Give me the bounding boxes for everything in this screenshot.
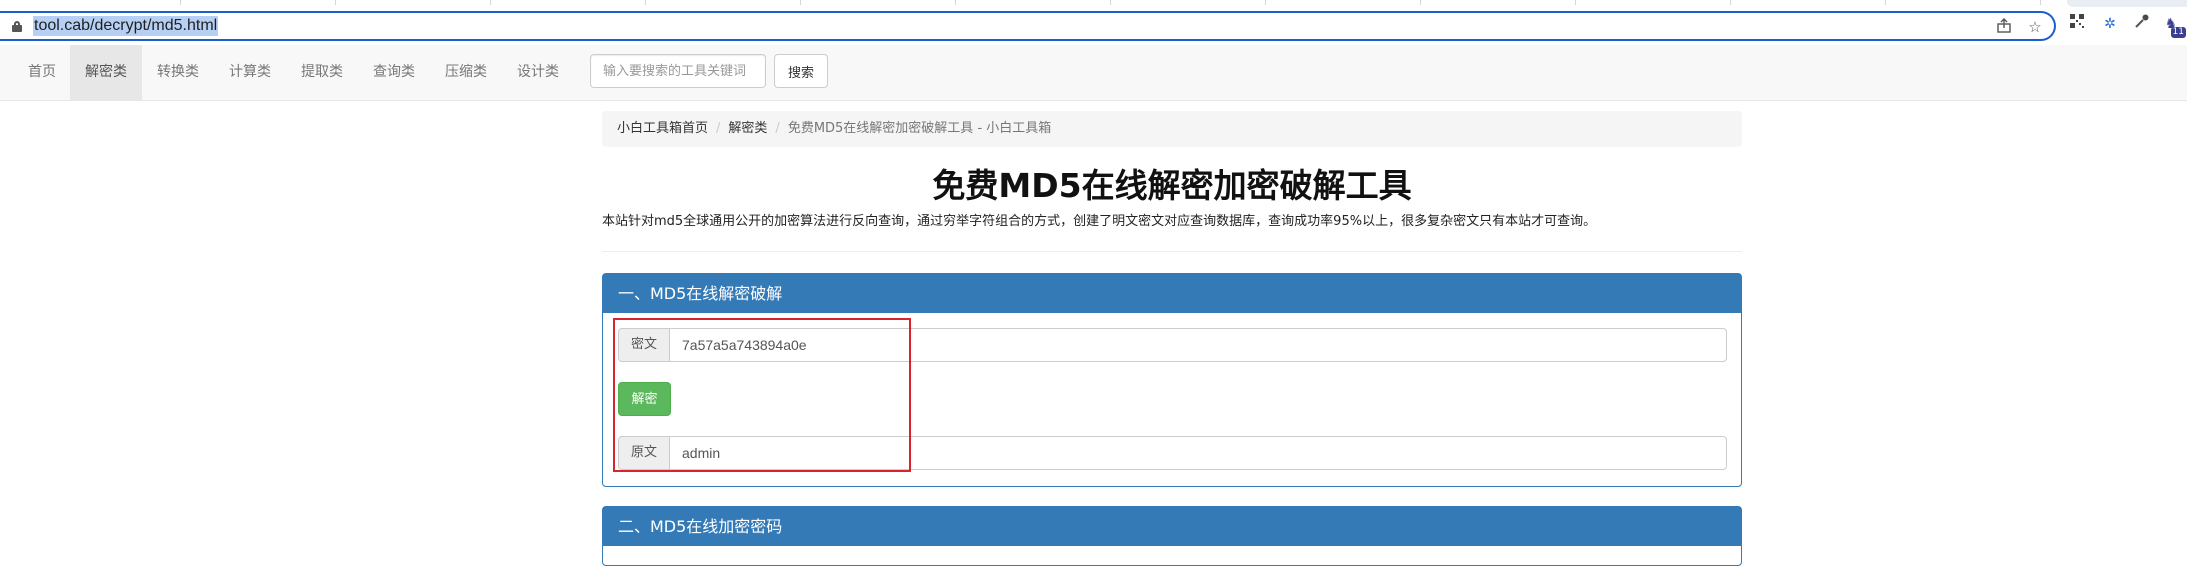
breadcrumb-separator: / <box>716 121 721 136</box>
decrypt-button[interactable]: 解密 <box>618 382 671 416</box>
nav-item-convert[interactable]: 转换类 <box>142 45 214 100</box>
nav-item-decrypt[interactable]: 解密类 <box>70 45 142 100</box>
nav-item-query[interactable]: 查询类 <box>358 45 430 100</box>
breadcrumb-category[interactable]: 解密类 <box>728 121 767 136</box>
breadcrumb-separator: / <box>775 121 780 136</box>
url-text[interactable]: tool.cab/decrypt/md5.html <box>33 16 219 36</box>
panel-heading: 二、MD5在线加密密码 <box>603 507 1741 546</box>
extension-badge: 11 <box>2170 27 2186 38</box>
dropper-icon[interactable] <box>2131 13 2153 35</box>
tab-strip <box>0 0 2187 8</box>
search-button[interactable]: 搜索 <box>774 54 828 88</box>
nav-item-extract[interactable]: 提取类 <box>286 45 358 100</box>
share-icon[interactable] <box>1994 18 2014 36</box>
qr-icon[interactable] <box>2066 13 2088 35</box>
plain-output[interactable]: admin <box>669 436 1727 470</box>
lock-icon[interactable] <box>12 21 22 32</box>
nav-item-design[interactable]: 设计类 <box>502 45 574 100</box>
plain-output-group: 原文 admin <box>618 436 1727 470</box>
divider <box>602 251 1742 252</box>
address-bar[interactable]: tool.cab/decrypt/md5.html ☆ <box>0 11 2056 41</box>
nav-item-home[interactable]: 首页 <box>14 45 70 100</box>
search-input[interactable] <box>590 54 766 88</box>
plain-label: 原文 <box>618 436 670 470</box>
breadcrumb: 小白工具箱首页 / 解密类 / 免费MD5在线解密加密破解工具 - 小白工具箱 <box>602 111 1742 147</box>
site-navbar: 首页 解密类 转换类 计算类 提取类 查询类 压缩类 设计类 搜索 <box>0 45 2187 101</box>
extension-gear-icon[interactable]: ✲ <box>2099 13 2121 35</box>
page-description: 本站针对md5全球通用公开的加密算法进行反向查询，通过穷举字符组合的方式，创建了… <box>602 214 1597 229</box>
md5-encrypt-panel: 二、MD5在线加密密码 <box>602 506 1742 566</box>
page-title: 免费MD5在线解密加密破解工具 <box>932 166 1412 205</box>
breadcrumb-current: 免费MD5在线解密加密破解工具 - 小白工具箱 <box>787 121 1052 136</box>
md5-decrypt-panel: 一、MD5在线解密破解 密文 7a57a5a743894a0e 解密 原文 ad… <box>602 273 1742 487</box>
nav-item-compress[interactable]: 压缩类 <box>430 45 502 100</box>
cipher-label: 密文 <box>618 328 670 362</box>
cipher-input-group: 密文 7a57a5a743894a0e <box>618 328 1727 362</box>
browser-tab[interactable] <box>2067 0 2187 7</box>
star-icon[interactable]: ☆ <box>2025 18 2045 36</box>
breadcrumb-home[interactable]: 小白工具箱首页 <box>617 121 708 136</box>
puzzle-icon[interactable]: ♞ 11 <box>2160 13 2186 38</box>
nav-item-calculate[interactable]: 计算类 <box>214 45 286 100</box>
cipher-input[interactable]: 7a57a5a743894a0e <box>669 328 1727 362</box>
panel-heading: 一、MD5在线解密破解 <box>603 274 1741 313</box>
